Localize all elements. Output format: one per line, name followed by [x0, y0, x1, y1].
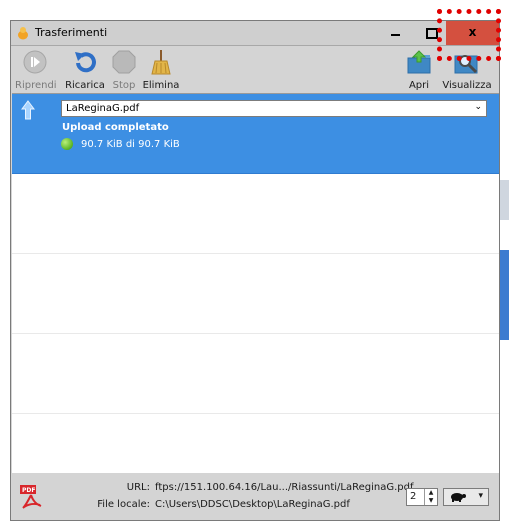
empty-row [12, 334, 499, 414]
play-icon [23, 50, 47, 74]
stepper-down-icon[interactable]: ▼ [425, 497, 437, 505]
pdf-file-icon: PDF [20, 485, 42, 509]
reload-label: Ricarica [65, 80, 105, 91]
transfers-list[interactable]: LaReginaG.pdf ⌄ Upload completato 90.7 K… [12, 93, 499, 474]
background-window-edge [500, 0, 509, 521]
background-window-fragment [500, 250, 509, 340]
transfer-file-dropdown[interactable]: LaReginaG.pdf ⌄ [61, 100, 487, 117]
reload-button[interactable]: Ricarica [63, 49, 107, 91]
broom-icon [151, 50, 171, 75]
transfer-details: PDF URL: ftps://151.100.64.16/Lau.../Ria… [11, 473, 499, 520]
local-file-label: File locale: [97, 499, 150, 510]
resume-label: Riprendi [15, 80, 57, 91]
resume-button[interactable]: Riprendi [15, 49, 57, 91]
folder-open-icon [407, 50, 431, 74]
title-bar[interactable]: Trasferimenti x [11, 21, 499, 46]
app-icon [18, 27, 28, 40]
connections-value: 2 [410, 491, 417, 502]
transfers-window: Trasferimenti x Riprendi Ricarica Stop E… [10, 20, 500, 521]
toolbar: Riprendi Ricarica Stop Elimina Apri Visu… [11, 46, 499, 93]
empty-row [12, 254, 499, 334]
local-file-value: C:\Users\DDSC\Desktop\LaReginaG.pdf [155, 499, 350, 510]
open-button[interactable]: Apri [404, 49, 434, 91]
connections-stepper[interactable]: 2 ▲ ▼ [406, 488, 438, 506]
stop-button[interactable]: Stop [111, 49, 137, 91]
minimize-button[interactable] [376, 21, 416, 45]
delete-button[interactable]: Elimina [141, 49, 181, 91]
stop-label: Stop [112, 80, 136, 91]
delete-label: Elimina [142, 80, 180, 91]
status-complete-icon [61, 138, 73, 150]
chevron-down-icon: ⌄ [474, 102, 482, 112]
transfer-progress-text: 90.7 KiB di 90.7 KiB [81, 139, 180, 150]
background-window-fragment [500, 180, 509, 220]
speed-limit-dropdown[interactable]: ▾ [443, 488, 489, 506]
transfer-row[interactable]: LaReginaG.pdf ⌄ Upload completato 90.7 K… [12, 94, 499, 174]
stepper-arrows[interactable]: ▲ ▼ [424, 489, 437, 505]
chevron-down-icon: ▾ [478, 491, 483, 501]
minimize-icon [391, 34, 400, 36]
reload-icon [75, 52, 96, 73]
turtle-icon [451, 493, 466, 502]
transfer-status: Upload completato [62, 122, 169, 133]
stepper-up-icon[interactable]: ▲ [425, 489, 437, 497]
svg-text:PDF: PDF [22, 487, 35, 494]
view-label: Visualizza [442, 80, 492, 91]
url-value: ftps://151.100.64.16/Lau.../Riassunti/La… [155, 482, 414, 493]
empty-row [12, 174, 499, 254]
transfer-filename: LaReginaG.pdf [66, 103, 140, 114]
window-title: Trasferimenti [35, 26, 108, 39]
upload-arrow-icon [21, 100, 35, 120]
open-label: Apri [408, 80, 430, 91]
url-label: URL: [126, 482, 150, 493]
highlight-box [437, 9, 501, 61]
stop-icon [112, 50, 136, 74]
